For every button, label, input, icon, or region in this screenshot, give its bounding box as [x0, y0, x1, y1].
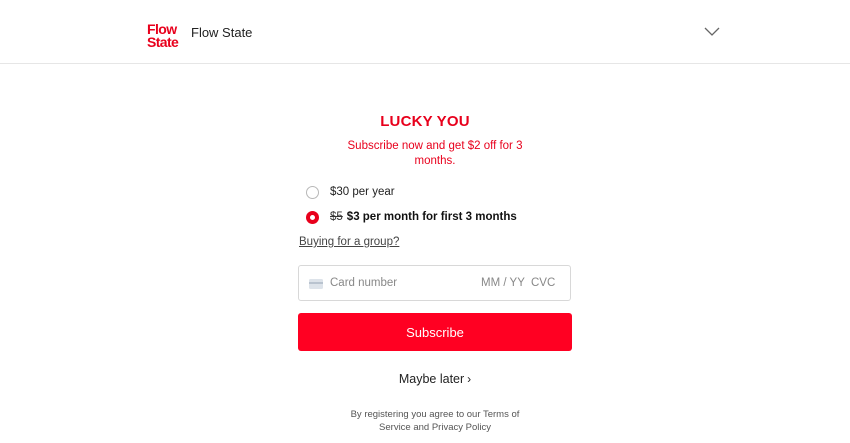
plan-option-monthly[interactable]: $5 $3 per month for first 3 months [306, 208, 517, 226]
chevron-down-icon[interactable] [704, 24, 720, 40]
group-purchase-link[interactable]: Buying for a group? [299, 236, 399, 248]
terms-text: By registering you agree to our Terms of… [350, 409, 520, 433]
subscribe-button[interactable]: Subscribe [298, 313, 572, 351]
promo-subtitle: Subscribe now and get $2 off for 3 month… [347, 140, 523, 167]
plan-monthly-label: $3 per month for first 3 months [346, 211, 517, 223]
app-name: Flow State [191, 25, 253, 40]
top-bar: Flow State Flow State [0, 0, 850, 64]
plan-option-yearly[interactable]: $30 per year [306, 183, 395, 201]
card-number-input[interactable] [330, 277, 470, 289]
flow-state-logo[interactable]: Flow State [147, 22, 185, 50]
card-expiry-input[interactable] [481, 277, 527, 289]
plan-monthly-old-price: $5 [330, 211, 343, 223]
logo-line-2: State [147, 34, 179, 50]
plan-yearly-label: $30 per year [330, 186, 395, 198]
card-cvc-input[interactable] [531, 277, 561, 289]
radio-monthly[interactable] [306, 210, 319, 224]
maybe-later-label: Maybe later [398, 372, 465, 386]
radio-yearly[interactable] [306, 185, 319, 199]
card-input-box [298, 265, 571, 301]
maybe-later-link[interactable]: Maybe later › [0, 372, 850, 386]
promo-title: LUCKY YOU [380, 113, 470, 130]
credit-card-icon [309, 279, 323, 289]
chevron-right-icon: › [467, 372, 472, 386]
